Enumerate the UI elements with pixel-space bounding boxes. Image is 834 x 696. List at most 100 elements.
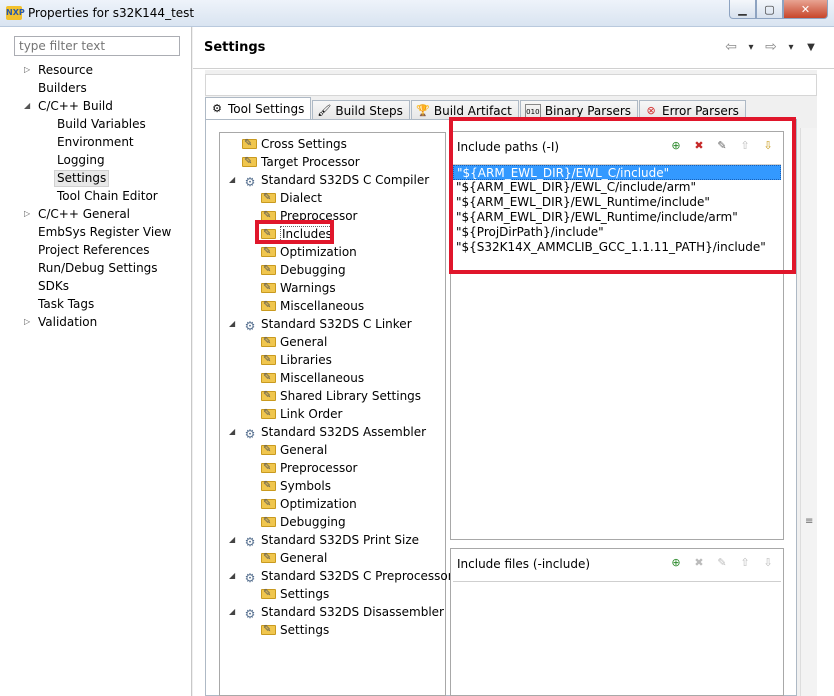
expand-arrow-icon[interactable]: ▷ — [24, 313, 34, 331]
delete-file-icon[interactable]: ✖ — [690, 555, 708, 571]
view-menu-icon[interactable]: ▼ — [804, 39, 818, 55]
nav-item-validation[interactable]: ▷ Validation — [0, 313, 192, 331]
tree-item-optimization[interactable]: ✎ Optimization — [261, 243, 357, 261]
tree-item-symbols[interactable]: ✎ Symbols — [261, 477, 331, 495]
tree-item-label: Standard S32DS Print Size — [261, 533, 420, 547]
collapse-arrow-icon[interactable]: ◢ — [229, 171, 235, 189]
move-file-down-icon[interactable]: ⇩ — [759, 555, 777, 571]
tree-item-general[interactable]: ✎ General — [261, 549, 327, 567]
nav-item-label: Resource — [38, 63, 94, 77]
settings-folder-icon: ✎ — [261, 262, 277, 276]
tree-item-libraries[interactable]: ✎ Libraries — [261, 351, 332, 369]
tree-item-preprocessor[interactable]: ✎ Preprocessor — [261, 459, 357, 477]
tree-item-miscellaneous[interactable]: ✎ Miscellaneous — [261, 297, 364, 315]
nav-item-environment[interactable]: Environment — [0, 133, 192, 151]
tab-build-steps[interactable]: 🖌 Build Steps — [312, 100, 410, 120]
tree-item-shared-library-settings[interactable]: ✎ Shared Library Settings — [261, 387, 421, 405]
tree-item-debugging[interactable]: ✎ Debugging — [261, 513, 346, 531]
nav-item-resource[interactable]: ▷ Resource — [0, 61, 192, 79]
tree-item-standard-s32ds-c-compiler[interactable]: ◢ ⚙ Standard S32DS C Compiler — [229, 171, 429, 189]
tree-item-label: General — [280, 551, 328, 565]
maximize-button[interactable]: ▢ — [756, 0, 783, 19]
tool-gear-icon: ⚙ — [244, 607, 256, 621]
tree-item-miscellaneous[interactable]: ✎ Miscellaneous — [261, 369, 364, 387]
nav-item-build-variables[interactable]: Build Variables — [0, 115, 192, 133]
property-pages-panel: ▷ Resource Builders ◢ C/C++ Build Build Varia… — [0, 27, 192, 696]
tree-item-label: General — [280, 335, 328, 349]
expand-arrow-icon[interactable]: ▷ — [24, 205, 34, 223]
tree-item-standard-s32ds-assembler[interactable]: ◢ ⚙ Standard S32DS Assembler — [229, 423, 426, 441]
nav-item-embsys-register-view[interactable]: EmbSys Register View — [0, 223, 192, 241]
nav-item-c-c-general[interactable]: ▷ C/C++ General — [0, 205, 192, 223]
tree-item-settings[interactable]: ✎ Settings — [261, 621, 329, 639]
settings-folder-icon: ✎ — [261, 622, 277, 636]
tree-item-standard-s32ds-c-linker[interactable]: ◢ ⚙ Standard S32DS C Linker — [229, 315, 412, 333]
collapse-arrow-icon[interactable]: ◢ — [229, 315, 235, 333]
nav-item-label: Settings — [54, 170, 110, 187]
back-arrow-icon[interactable]: ⇦ — [724, 39, 738, 55]
minimize-button[interactable]: ▁ — [729, 0, 756, 19]
nav-item-project-references[interactable]: Project References — [0, 241, 192, 259]
tree-item-link-order[interactable]: ✎ Link Order — [261, 405, 343, 423]
includes-highlight-box — [255, 220, 334, 244]
settings-folder-icon: ✎ — [261, 496, 277, 510]
page-title: Settings — [204, 40, 266, 55]
tree-item-cross-settings[interactable]: ✎ Cross Settings — [242, 135, 347, 153]
nav-item-logging[interactable]: Logging — [0, 151, 192, 169]
tree-item-standard-s32ds-print-size[interactable]: ◢ ⚙ Standard S32DS Print Size — [229, 531, 420, 549]
include-files-panel: Include files (-include) ⊕ ✖ ✎ ⇧ ⇩ — [450, 548, 784, 696]
filter-input[interactable] — [14, 36, 180, 56]
vertical-scrollbar[interactable]: ≡ — [800, 128, 817, 696]
edit-file-icon[interactable]: ✎ — [713, 555, 731, 571]
tab-tool-settings[interactable]: ⚙ Tool Settings — [205, 97, 312, 120]
collapse-arrow-icon[interactable]: ◢ — [229, 531, 235, 549]
tree-item-debugging[interactable]: ✎ Debugging — [261, 261, 346, 279]
error-icon: ⊗ — [646, 103, 656, 117]
tree-item-label: Shared Library Settings — [280, 389, 422, 403]
settings-folder-icon: ✎ — [242, 136, 258, 150]
tree-item-optimization[interactable]: ✎ Optimization — [261, 495, 357, 513]
nav-item-run-debug-settings[interactable]: Run/Debug Settings — [0, 259, 192, 277]
nav-item-builders[interactable]: Builders — [0, 79, 192, 97]
expand-arrow-icon[interactable]: ▷ — [24, 61, 34, 79]
tree-item-standard-s32ds-c-preprocessor[interactable]: ◢ ⚙ Standard S32DS C Preprocessor — [229, 567, 453, 585]
nav-item-label: Environment — [57, 135, 134, 149]
tree-item-general[interactable]: ✎ General — [261, 333, 327, 351]
settings-folder-icon: ✎ — [261, 514, 277, 528]
nav-item-label: Build Variables — [57, 117, 146, 131]
collapse-arrow-icon[interactable]: ◢ — [229, 603, 235, 621]
tree-item-label: Debugging — [280, 515, 346, 529]
move-file-up-icon[interactable]: ⇧ — [736, 555, 754, 571]
nav-item-settings[interactable]: Settings — [0, 169, 192, 187]
settings-folder-icon: ✎ — [261, 298, 277, 312]
tree-item-general[interactable]: ✎ General — [261, 441, 327, 459]
nav-item-label: EmbSys Register View — [38, 225, 172, 239]
add-file-icon[interactable]: ⊕ — [667, 555, 685, 571]
back-menu-icon[interactable]: ▾ — [744, 39, 758, 55]
settings-folder-icon: ✎ — [261, 370, 277, 384]
nav-item-label: C/C++ General — [38, 207, 131, 221]
nav-item-c-c-build[interactable]: ◢ C/C++ Build — [0, 97, 192, 115]
forward-arrow-icon[interactable]: ⇨ — [764, 39, 778, 55]
forward-menu-icon[interactable]: ▾ — [784, 39, 798, 55]
nav-item-task-tags[interactable]: Task Tags — [0, 295, 192, 313]
nav-item-sdks[interactable]: SDKs — [0, 277, 192, 295]
tree-item-target-processor[interactable]: ✎ Target Processor — [242, 153, 360, 171]
property-pages-tree: ▷ Resource Builders ◢ C/C++ Build Build Varia… — [0, 61, 192, 331]
nav-item-label: Tool Chain Editor — [57, 189, 158, 203]
include-files-list[interactable] — [453, 581, 781, 693]
tree-item-standard-s32ds-disassembler[interactable]: ◢ ⚙ Standard S32DS Disassembler — [229, 603, 444, 621]
nav-item-tool-chain-editor[interactable]: Tool Chain Editor — [0, 187, 192, 205]
trophy-icon: 🏆 — [416, 103, 430, 117]
settings-folder-icon: ✎ — [261, 244, 277, 258]
tree-item-settings[interactable]: ✎ Settings — [261, 585, 329, 603]
collapse-arrow-icon[interactable]: ◢ — [229, 567, 235, 585]
tree-item-warnings[interactable]: ✎ Warnings — [261, 279, 336, 297]
gear-icon: ⚙ — [212, 102, 222, 115]
tree-item-dialect[interactable]: ✎ Dialect — [261, 189, 322, 207]
collapse-arrow-icon[interactable]: ◢ — [24, 97, 34, 115]
tree-item-label: Link Order — [280, 407, 343, 421]
settings-folder-icon: ✎ — [242, 154, 258, 168]
close-button[interactable]: ✕ — [783, 0, 828, 19]
collapse-arrow-icon[interactable]: ◢ — [229, 423, 235, 441]
